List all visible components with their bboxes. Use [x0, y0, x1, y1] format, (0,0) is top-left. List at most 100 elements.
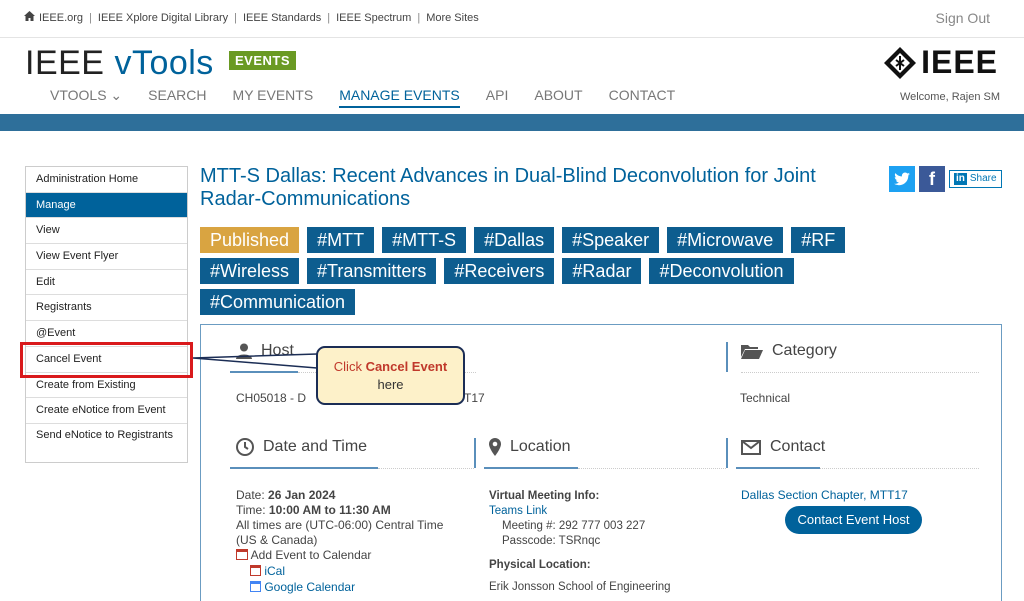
tag-deconvolution[interactable]: #Deconvolution [649, 258, 794, 284]
link-ieee-standards[interactable]: IEEE Standards [243, 12, 321, 24]
cancel-event-highlight [20, 342, 193, 378]
tag-speaker[interactable]: #Speaker [562, 227, 660, 253]
contact-org-link[interactable]: Dallas Section Chapter, MTT17 [741, 488, 908, 503]
tag-dallas[interactable]: #Dallas [474, 227, 555, 253]
callout-bold: Cancel Event [365, 359, 448, 374]
twitter-share-button[interactable] [889, 166, 915, 192]
ical-icon [250, 565, 261, 576]
meeting-number: Meeting #: 292 777 003 227 [502, 520, 646, 532]
share-label: Share [969, 173, 997, 184]
ieee-logo-text: IEEE [921, 44, 998, 80]
nav-about[interactable]: ABOUT [534, 87, 582, 108]
main-nav: VTOOLS ⌄ SEARCH MY EVENTS MANAGE EVENTS … [50, 87, 701, 108]
google-calendar-link[interactable]: Google Calendar [264, 580, 355, 594]
link-ieee-xplore[interactable]: IEEE Xplore Digital Library [98, 12, 228, 24]
sidebar-item-view-event-flyer[interactable]: View Event Flyer [26, 244, 187, 270]
date-time-heading: Date and Time [236, 438, 367, 456]
sidebar-item-registrants[interactable]: Registrants [26, 295, 187, 322]
tag-microwave[interactable]: #Microwave [667, 227, 784, 253]
time-line: Time: 10:00 AM to 11:30 AM [236, 503, 466, 518]
sidebar-item-manage[interactable]: Manage [26, 192, 187, 219]
sidebar-item-edit[interactable]: Edit [26, 270, 187, 296]
nav-vtools[interactable]: VTOOLS ⌄ [50, 87, 122, 108]
vtools-brand[interactable]: IEEE vTools [25, 44, 214, 83]
nav-search[interactable]: SEARCH [148, 87, 206, 108]
tag-transmitters[interactable]: #Transmitters [307, 258, 437, 284]
event-title: MTT-S Dallas: Recent Advances in Dual-Bl… [200, 165, 816, 210]
location-heading-text: Location [510, 438, 571, 455]
date-time-details: Date: 26 Jan 2024 Time: 10:00 AM to 11:3… [236, 488, 466, 595]
add-to-calendar: Add Event to Calendar [236, 548, 466, 563]
callout-line-2: here [377, 377, 404, 392]
time-value: 10:00 AM to 11:30 AM [268, 503, 391, 517]
linkedin-share-button[interactable]: in Share [949, 170, 1002, 188]
contact-underline [736, 467, 820, 469]
date-time-underline [230, 467, 378, 469]
brand-vtools-text: vTools [114, 44, 214, 82]
tag-mtt[interactable]: #MTT [307, 227, 375, 253]
physical-location-label: Physical Location: [489, 559, 591, 571]
header-band [0, 114, 1024, 131]
location-heading: Location [489, 438, 571, 456]
contact-heading: Contact [741, 438, 825, 456]
date-time-heading-text: Date and Time [263, 438, 368, 455]
clock-icon [236, 438, 254, 456]
gcal-row: Google Calendar [236, 580, 466, 595]
link-ieee-org[interactable]: IEEE.org [39, 12, 83, 24]
tag-communication[interactable]: #Communication [200, 289, 356, 315]
nav-contact[interactable]: CONTACT [609, 87, 676, 108]
linkedin-icon: in [954, 173, 967, 185]
link-more-sites[interactable]: More Sites [426, 12, 479, 24]
sidebar-item-create-enotice[interactable]: Create eNotice from Event [26, 398, 187, 424]
top-utility-bar: IEEE.org | IEEE Xplore Digital Library |… [0, 0, 1024, 38]
location-divider [578, 468, 726, 469]
nav-my-events[interactable]: MY EVENTS [233, 87, 314, 108]
instruction-callout: Click Cancel Event here [316, 346, 465, 405]
status-badge: Published [200, 227, 300, 253]
ical-link[interactable]: iCal [264, 564, 285, 578]
timezone-note: All times are (UTC-06:00) Central Time (… [236, 518, 444, 547]
ieee-diamond-icon [884, 46, 917, 79]
tag-mtt-s[interactable]: #MTT-S [382, 227, 467, 253]
sidebar-item-administration-home[interactable]: Administration Home [26, 167, 187, 193]
teams-link[interactable]: Teams Link [489, 504, 719, 519]
welcome-text: Welcome, Rajen SM [899, 91, 1000, 103]
home-icon[interactable] [24, 11, 35, 24]
category-heading: Category [741, 342, 837, 360]
nav-manage-events[interactable]: MANAGE EVENTS [339, 87, 460, 108]
site-links: IEEE.org | IEEE Xplore Digital Library |… [24, 11, 479, 24]
callout-prefix: Click [333, 359, 366, 374]
envelope-icon [741, 439, 761, 455]
contact-event-host-button[interactable]: Contact Event Host [785, 506, 922, 534]
facebook-share-button[interactable]: f [919, 166, 945, 192]
twitter-icon [894, 172, 910, 186]
sidebar-item-send-enotice[interactable]: Send eNotice to Registrants [26, 424, 187, 462]
ical-row: iCal [236, 564, 466, 579]
category-divider [741, 372, 979, 373]
host-value-start: CH05018 - D [236, 391, 307, 405]
contact-divider [820, 468, 979, 469]
nav-api[interactable]: API [486, 87, 509, 108]
map-pin-icon [489, 438, 501, 456]
sidebar-item-view[interactable]: View [26, 218, 187, 245]
date-time-divider [378, 468, 474, 469]
date-value: 26 Jan 2024 [268, 488, 336, 502]
admin-sidebar: Administration Home Manage View View Eve… [25, 166, 188, 463]
tag-wireless[interactable]: #Wireless [200, 258, 300, 284]
category-value: Technical [740, 391, 791, 405]
ieee-logo[interactable]: IEEE [883, 44, 998, 81]
callout-pointer [193, 353, 318, 369]
tag-receivers[interactable]: #Receivers [444, 258, 555, 284]
brand-ieee-text: IEEE [25, 44, 105, 82]
add-calendar-label: Add Event to Calendar [250, 548, 372, 562]
sign-out-link[interactable]: Sign Out [936, 10, 990, 26]
host-value-end: T17 [464, 391, 485, 405]
share-bar: f in Share [889, 166, 1002, 192]
tag-rf[interactable]: #RF [791, 227, 846, 253]
tag-radar[interactable]: #Radar [562, 258, 642, 284]
meeting-passcode: Passcode: TSRnqc [502, 535, 601, 547]
link-ieee-spectrum[interactable]: IEEE Spectrum [336, 12, 411, 24]
event-tags: Published #MTT #MTT-S #Dallas #Speaker #… [200, 227, 920, 315]
virtual-meeting-label: Virtual Meeting Info: [489, 490, 600, 502]
date-label: Date: [236, 488, 265, 502]
